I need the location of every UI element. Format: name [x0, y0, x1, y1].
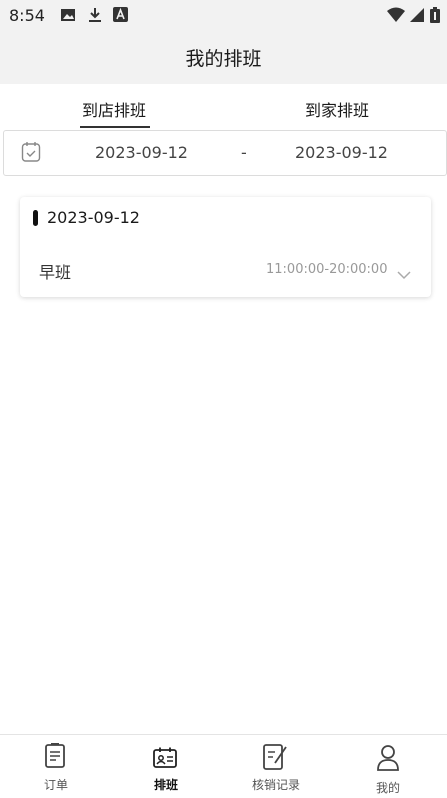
battery-icon	[430, 7, 440, 27]
image-icon	[60, 7, 76, 27]
order-icon	[44, 743, 66, 773]
schedule-icon	[153, 747, 177, 773]
nav-label-writeoff-records: 核销记录	[251, 778, 300, 792]
nav-label-schedule: 排班	[153, 778, 178, 792]
nav-item-schedule[interactable]: 排班	[114, 735, 218, 798]
nav-label-profile: 我的	[375, 781, 400, 795]
chevron-down-icon[interactable]	[397, 265, 411, 284]
nav-item-orders[interactable]: 订单	[4, 735, 108, 798]
profile-icon	[376, 744, 400, 776]
nav-item-profile[interactable]: 我的	[336, 735, 440, 798]
page-header: 我的排班	[0, 30, 447, 84]
date-separator: -	[241, 143, 247, 162]
a-app-icon	[113, 7, 128, 26]
status-bar: 8:54	[0, 0, 447, 30]
shift-time: 11:00:00-20:00:00	[266, 262, 388, 277]
active-tab-indicator	[80, 126, 150, 128]
calendar-check-icon[interactable]	[21, 141, 41, 167]
signal-icon	[409, 7, 425, 27]
tab-home-schedule[interactable]: 到家排班	[305, 97, 369, 121]
start-date[interactable]: 2023-09-12	[95, 143, 188, 162]
date-range-picker[interactable]: 2023-09-12 - 2023-09-12	[3, 130, 447, 176]
schedule-tabs: 到店排班 到家排班	[0, 84, 447, 130]
date-marker	[33, 210, 38, 226]
shift-name: 早班	[39, 263, 72, 282]
writeoff-record-icon	[262, 743, 290, 775]
page-title: 我的排班	[185, 48, 262, 70]
schedule-card: 2023-09-12 早班 11:00:00-20:00:00	[20, 197, 431, 297]
bottom-nav: 订单 排班 核销记录 我的	[0, 734, 447, 798]
end-date[interactable]: 2023-09-12	[295, 143, 388, 162]
tab-store-schedule[interactable]: 到店排班	[82, 97, 146, 121]
download-icon	[87, 7, 103, 27]
status-time: 8:54	[9, 6, 45, 25]
nav-item-writeoff-records[interactable]: 核销记录	[224, 735, 328, 798]
schedule-date: 2023-09-12	[47, 208, 140, 227]
wifi-icon	[387, 7, 405, 27]
nav-label-orders: 订单	[43, 778, 68, 792]
